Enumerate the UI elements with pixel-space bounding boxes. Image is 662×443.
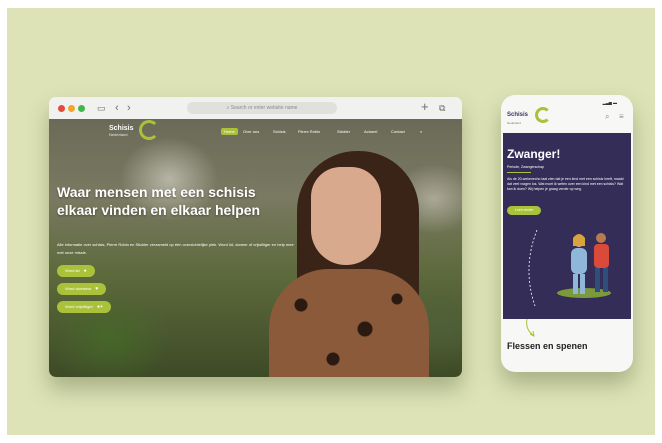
nav-item-schisis[interactable]: Schisis — [273, 129, 286, 134]
address-bar-placeholder: Search or enter website name — [230, 105, 298, 111]
back-icon[interactable]: ‹ — [115, 101, 119, 115]
mobile-intro-text: Als de 20-wekenecho laat zien dat je een… — [507, 177, 624, 191]
title-underline — [507, 172, 531, 173]
hero-text: Alle informatie over schisis, Pierre Rob… — [57, 242, 294, 255]
heart-icon: ♥ — [95, 286, 99, 292]
mobile-phone-mockup: ▂▃▅ ▬ Schisis Nederland ⌕ ≡ Zwanger! Per… — [501, 95, 633, 372]
desktop-browser-window: ▭ ‹ › ⌕ Search or enter website name + ⧉… — [49, 97, 462, 377]
minimize-window-dot[interactable] — [68, 105, 75, 112]
user-icon: ● — [83, 268, 87, 274]
menu-icon[interactable]: ≡ — [619, 112, 624, 121]
search-icon[interactable]: ⌕ — [605, 112, 609, 122]
word-lid-label: Word lid — [65, 268, 80, 273]
word-donateur-label: Word donateur — [65, 286, 92, 291]
forward-icon[interactable]: › — [127, 101, 131, 115]
nav-item-contact[interactable]: Contact — [391, 129, 405, 134]
search-icon: ⌕ — [226, 105, 230, 111]
scene-background: ▭ ‹ › ⌕ Search or enter website name + ⧉… — [7, 8, 655, 435]
add-user-icon: ●+ — [96, 304, 103, 310]
logo-mark-icon — [139, 120, 159, 140]
mobile-logo-mark-icon — [535, 107, 551, 123]
search-icon[interactable]: ⌕ — [420, 129, 422, 134]
word-vrijwilliger-button[interactable]: Word vrijwilliger ●+ — [57, 301, 111, 313]
arrow-down-icon — [526, 319, 535, 337]
site-logo[interactable]: Schisis Nederland — [109, 125, 134, 137]
browser-toolbar: ▭ ‹ › ⌕ Search or enter website name + ⧉ — [49, 97, 462, 119]
hero-section: Schisis Nederland Home Over ons Schisis … — [49, 119, 462, 377]
mobile-logo-subtitle: Nederland — [507, 121, 521, 125]
mobile-hero-panel: Zwanger! Periode, Zwangerschap Als de 20… — [503, 133, 631, 319]
tabs-overview-icon[interactable]: ⧉ — [439, 101, 445, 115]
mobile-section-heading: Flessen en spenen — [507, 341, 588, 351]
close-window-dot[interactable] — [58, 105, 65, 112]
word-donateur-button[interactable]: Word donateur ♥ — [57, 283, 107, 295]
address-bar[interactable]: ⌕ Search or enter website name — [187, 102, 337, 114]
nav-item-over-ons[interactable]: Over ons — [243, 129, 259, 134]
nav-item-pierre-robin[interactable]: Pierre Robin — [298, 129, 320, 134]
status-bar-icons: ▂▃▅ ▬ — [602, 100, 617, 105]
lees-verder-button[interactable]: Lees verder — [507, 206, 542, 215]
mobile-page-title: Zwanger! — [507, 147, 561, 161]
nav-item-stickler[interactable]: Stickler — [337, 129, 350, 134]
logo-title: Schisis — [109, 125, 134, 132]
word-lid-button[interactable]: Word lid ● — [57, 265, 95, 277]
mobile-breadcrumb[interactable]: Periode, Zwangerschap — [507, 165, 544, 169]
nav-item-actueel[interactable]: Actueel — [364, 129, 377, 134]
hero-photo-body — [269, 269, 429, 377]
hero-title: Waar mensen met een schisis elkaar vinde… — [57, 184, 261, 218]
word-vrijwilliger-label: Word vrijwilliger — [65, 304, 93, 309]
mobile-logo-title[interactable]: Schisis — [507, 112, 528, 118]
logo-subtitle: Nederland — [109, 132, 128, 137]
couple-illustration — [528, 229, 609, 307]
nav-item-home[interactable]: Home — [221, 128, 238, 135]
sidebar-icon[interactable]: ▭ — [97, 101, 106, 115]
new-tab-icon[interactable]: + — [421, 100, 429, 114]
hero-photo-face — [311, 167, 381, 265]
maximize-window-dot[interactable] — [78, 105, 85, 112]
